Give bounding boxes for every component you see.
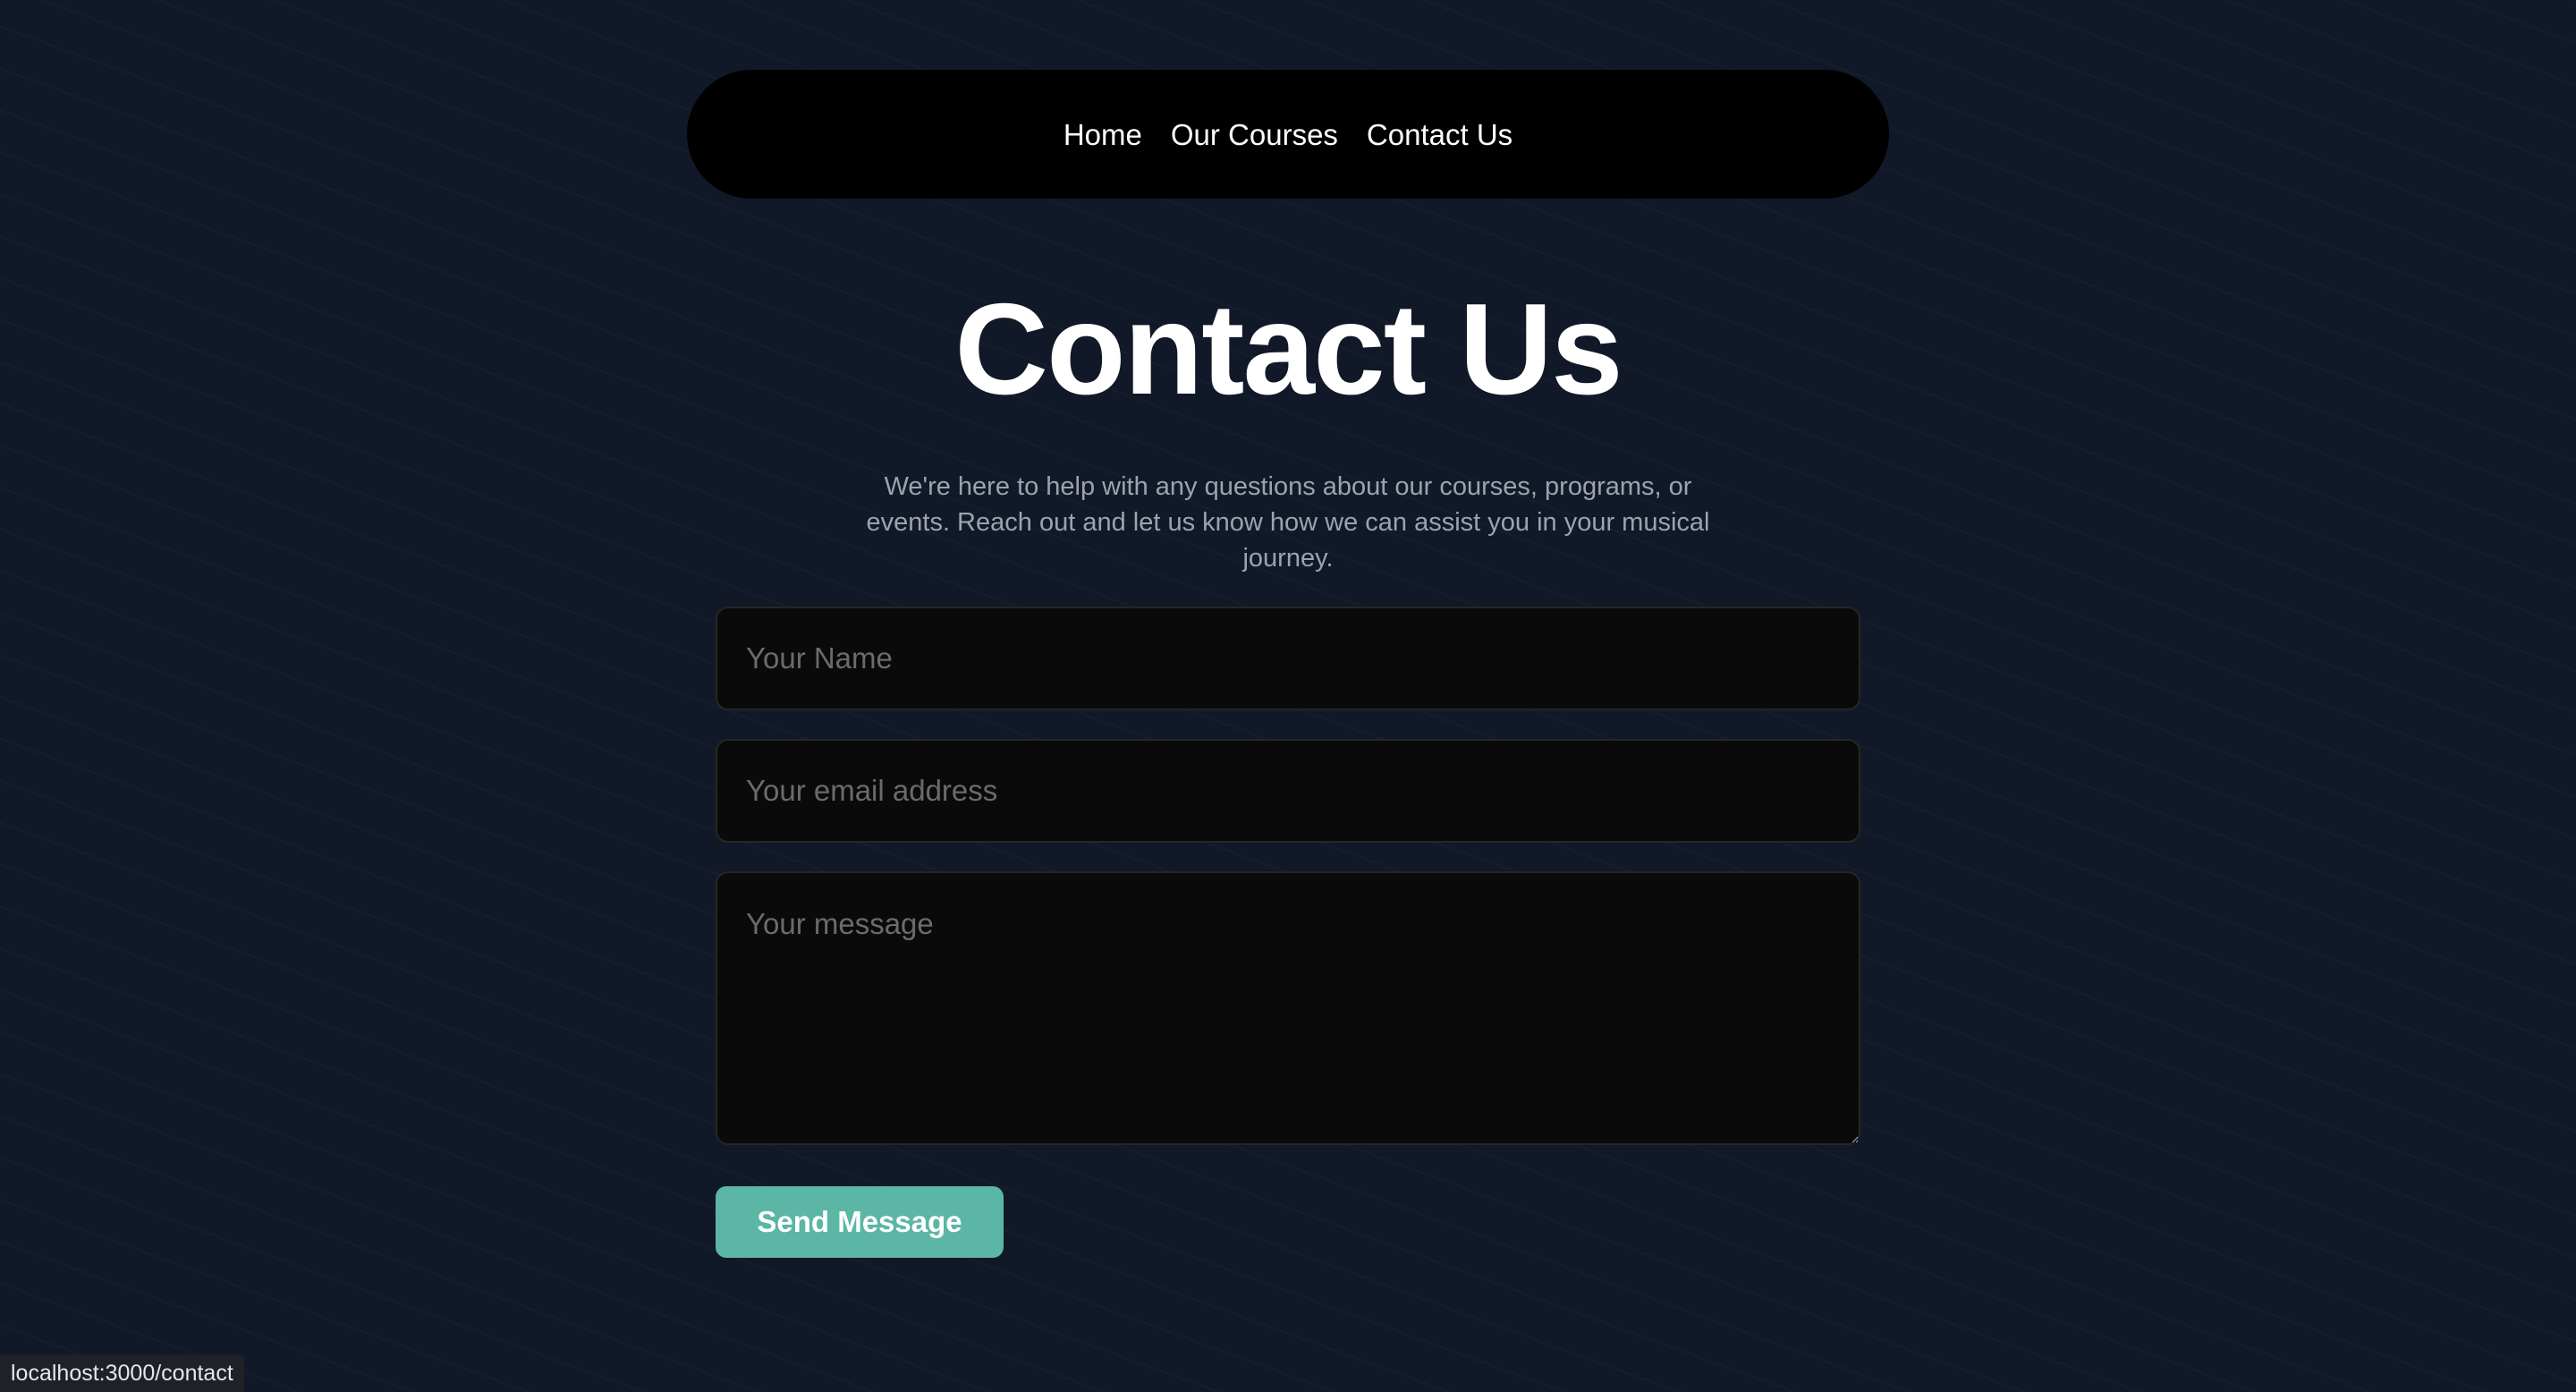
name-input[interactable] [716, 607, 1860, 710]
send-message-button[interactable]: Send Message [716, 1186, 1004, 1258]
top-navbar: Home Our Courses Contact Us [687, 70, 1889, 199]
contact-form: Send Message [716, 607, 1860, 1258]
page-title: Contact Us [954, 276, 1623, 421]
nav-link-contact-us[interactable]: Contact Us [1367, 116, 1513, 153]
nav-link-home[interactable]: Home [1063, 116, 1142, 153]
status-bar-url: localhost:3000/contact [0, 1354, 244, 1392]
message-textarea[interactable] [716, 871, 1860, 1145]
intro-text: We're here to help with any questions ab… [866, 472, 1710, 573]
nav-link-our-courses[interactable]: Our Courses [1171, 116, 1338, 153]
email-input[interactable] [716, 739, 1860, 843]
